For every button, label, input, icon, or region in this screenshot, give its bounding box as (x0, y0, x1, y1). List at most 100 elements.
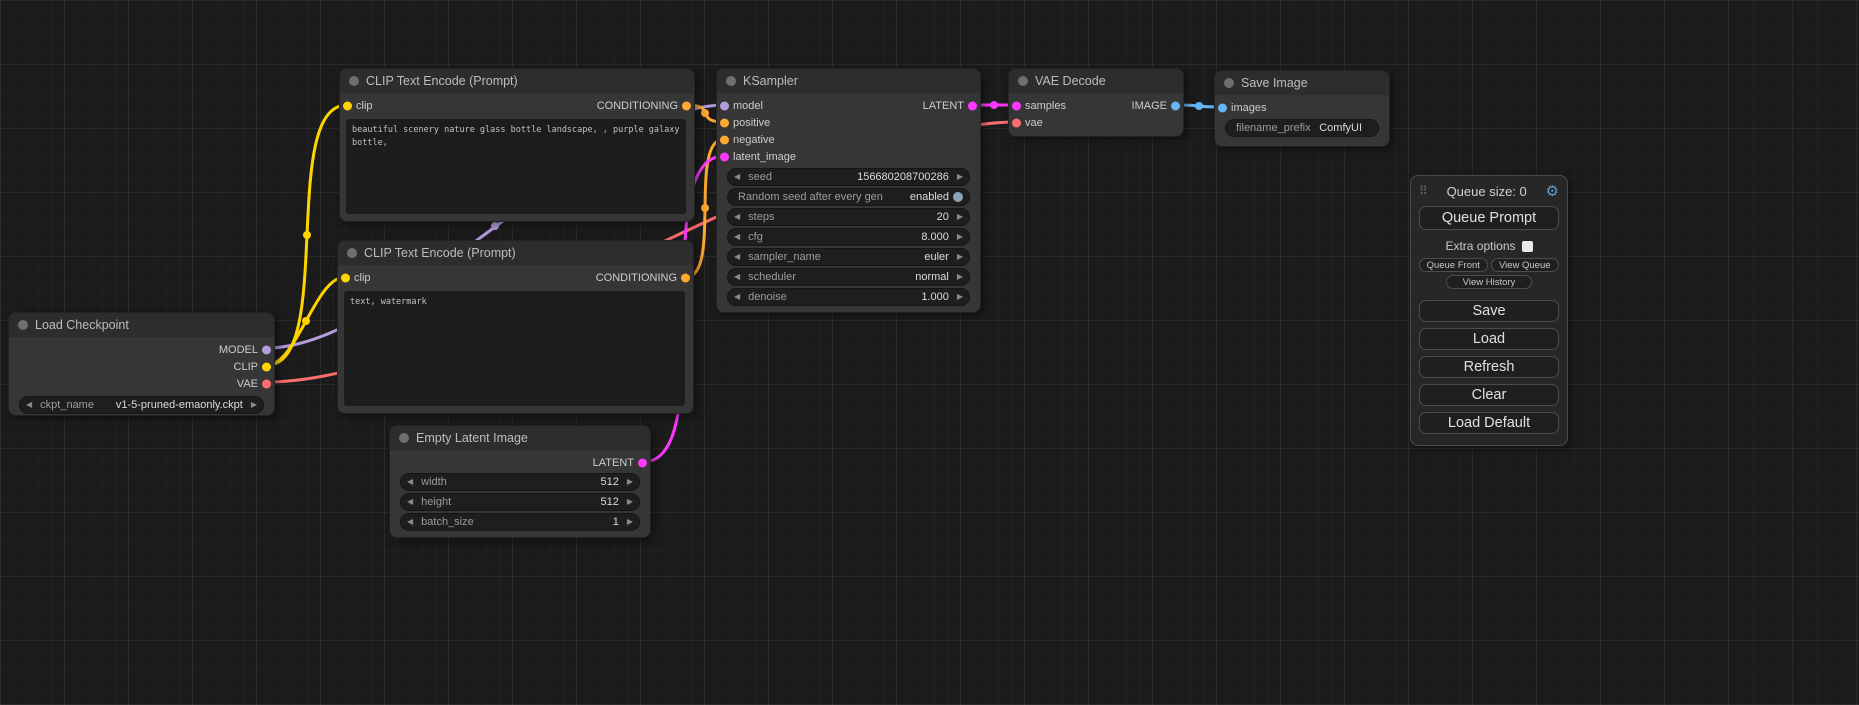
positive-input-dot[interactable] (720, 118, 729, 127)
collapse-dot-icon[interactable] (347, 248, 357, 258)
load-button[interactable]: Load (1419, 328, 1559, 350)
scheduler-widget[interactable]: ◀ scheduler normal ▶ (727, 268, 970, 286)
arrow-right-icon[interactable]: ▶ (251, 401, 257, 409)
node-vae-decode[interactable]: VAE Decode samples IMAGE vae (1008, 68, 1184, 137)
node-header[interactable]: Load Checkpoint (9, 313, 274, 337)
arrow-left-icon[interactable]: ◀ (407, 478, 413, 486)
arrow-right-icon[interactable]: ▶ (627, 498, 633, 506)
negative-input-dot[interactable] (720, 135, 729, 144)
slot-row: samples IMAGE (1009, 97, 1183, 114)
collapse-dot-icon[interactable] (18, 320, 28, 330)
node-header[interactable]: KSampler (717, 69, 980, 93)
node-title: Empty Latent Image (416, 431, 528, 445)
latent-image-input-dot[interactable] (720, 152, 729, 161)
view-queue-button[interactable]: View Queue (1491, 258, 1560, 272)
width-widget[interactable]: ◀ width 512 ▶ (400, 473, 640, 491)
arrow-right-icon[interactable]: ▶ (957, 293, 963, 301)
image-output-dot[interactable] (1171, 101, 1180, 110)
arrow-right-icon[interactable]: ▶ (627, 518, 633, 526)
arrow-left-icon[interactable]: ◀ (734, 173, 740, 181)
slot-row: negative (717, 131, 980, 148)
extra-options-label: Extra options (1445, 239, 1515, 253)
refresh-button[interactable]: Refresh (1419, 356, 1559, 378)
ckpt-name-widget[interactable]: ◀ ckpt_name v1-5-pruned-emaonly.ckpt ▶ (19, 396, 264, 414)
arrow-right-icon[interactable]: ▶ (627, 478, 633, 486)
output-label-latent: LATENT (593, 457, 634, 469)
arrow-right-icon[interactable]: ▶ (957, 233, 963, 241)
denoise-widget[interactable]: ◀ denoise 1.000 ▶ (727, 288, 970, 306)
input-label-model: model (733, 100, 763, 112)
node-ksampler[interactable]: KSampler model LATENT positive negative … (716, 68, 981, 313)
random-seed-toggle-widget[interactable]: Random seed after every gen enabled (727, 188, 970, 206)
arrow-left-icon[interactable]: ◀ (734, 293, 740, 301)
node-header[interactable]: Empty Latent Image (390, 426, 650, 450)
latent-output-dot[interactable] (968, 101, 977, 110)
save-button[interactable]: Save (1419, 300, 1559, 322)
arrow-left-icon[interactable]: ◀ (26, 401, 32, 409)
arrow-left-icon[interactable]: ◀ (734, 213, 740, 221)
latent-output-dot[interactable] (638, 458, 647, 467)
prompt-textarea[interactable]: text, watermark (344, 291, 685, 406)
settings-gear-icon[interactable]: ⚙ (1546, 184, 1559, 199)
node-header[interactable]: Save Image (1215, 71, 1389, 95)
cfg-widget[interactable]: ◀ cfg 8.000 ▶ (727, 228, 970, 246)
arrow-right-icon[interactable]: ▶ (957, 173, 963, 181)
model-input-dot[interactable] (720, 101, 729, 110)
queue-prompt-button[interactable]: Queue Prompt (1419, 206, 1559, 230)
vae-input-dot[interactable] (1012, 118, 1021, 127)
load-default-button[interactable]: Load Default (1419, 412, 1559, 434)
collapse-dot-icon[interactable] (1224, 78, 1234, 88)
arrow-left-icon[interactable]: ◀ (734, 233, 740, 241)
node-empty-latent-image[interactable]: Empty Latent Image LATENT ◀ width 512 ▶ … (389, 425, 651, 538)
node-header[interactable]: VAE Decode (1009, 69, 1183, 93)
node-header[interactable]: CLIP Text Encode (Prompt) (338, 241, 693, 265)
batch-size-widget[interactable]: ◀ batch_size 1 ▶ (400, 513, 640, 531)
comfy-menu[interactable]: ⠿ Queue size: 0 ⚙ Queue Prompt Extra opt… (1410, 175, 1568, 446)
arrow-right-icon[interactable]: ▶ (957, 273, 963, 281)
clear-button[interactable]: Clear (1419, 384, 1559, 406)
clip-input-dot[interactable] (341, 273, 350, 282)
conditioning-output-dot[interactable] (681, 273, 690, 282)
node-title: CLIP Text Encode (Prompt) (366, 74, 518, 88)
steps-widget[interactable]: ◀ steps 20 ▶ (727, 208, 970, 226)
prompt-textarea[interactable]: beautiful scenery nature glass bottle la… (346, 119, 686, 214)
node-title: Save Image (1241, 76, 1308, 90)
arrow-left-icon[interactable]: ◀ (734, 253, 740, 261)
images-input-dot[interactable] (1218, 103, 1227, 112)
slot-row: LATENT (390, 454, 650, 471)
seed-widget[interactable]: ◀ seed 156680208700286 ▶ (727, 168, 970, 186)
node-save-image[interactable]: Save Image images filename_prefix ComfyU… (1214, 70, 1390, 147)
input-label-samples: samples (1025, 100, 1066, 112)
height-widget[interactable]: ◀ height 512 ▶ (400, 493, 640, 511)
collapse-dot-icon[interactable] (349, 76, 359, 86)
clip-output-dot[interactable] (262, 362, 271, 371)
slot-row: images (1215, 99, 1389, 116)
node-clip-text-encode-positive[interactable]: CLIP Text Encode (Prompt) clip CONDITION… (339, 68, 695, 222)
samples-input-dot[interactable] (1012, 101, 1021, 110)
model-output-dot[interactable] (262, 345, 271, 354)
queue-front-button[interactable]: Queue Front (1419, 258, 1488, 272)
view-history-button[interactable]: View History (1446, 275, 1533, 289)
arrow-left-icon[interactable]: ◀ (407, 498, 413, 506)
node-load-checkpoint[interactable]: Load Checkpoint MODEL CLIP VAE ◀ ckpt_na… (8, 312, 275, 416)
drag-handle-icon[interactable]: ⠿ (1419, 184, 1428, 198)
filename-prefix-widget[interactable]: filename_prefix ComfyUI (1225, 119, 1379, 137)
extra-options-checkbox[interactable] (1522, 241, 1533, 252)
collapse-dot-icon[interactable] (726, 76, 736, 86)
slot-row: CLIP (9, 358, 274, 375)
node-header[interactable]: CLIP Text Encode (Prompt) (340, 69, 694, 93)
vae-output-dot[interactable] (262, 379, 271, 388)
collapse-dot-icon[interactable] (1018, 76, 1028, 86)
arrow-left-icon[interactable]: ◀ (734, 273, 740, 281)
toggle-knob-icon[interactable] (953, 192, 963, 202)
collapse-dot-icon[interactable] (399, 433, 409, 443)
slot-row: vae (1009, 114, 1183, 131)
node-clip-text-encode-negative[interactable]: CLIP Text Encode (Prompt) clip CONDITION… (337, 240, 694, 414)
arrow-left-icon[interactable]: ◀ (407, 518, 413, 526)
sampler-name-widget[interactable]: ◀ sampler_name euler ▶ (727, 248, 970, 266)
input-label-clip: clip (356, 100, 373, 112)
conditioning-output-dot[interactable] (682, 101, 691, 110)
arrow-right-icon[interactable]: ▶ (957, 213, 963, 221)
arrow-right-icon[interactable]: ▶ (957, 253, 963, 261)
clip-input-dot[interactable] (343, 101, 352, 110)
